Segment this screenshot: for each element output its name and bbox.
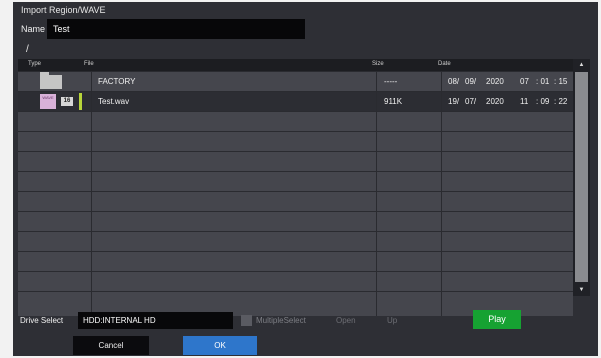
multiple-select-label[interactable]: MultipleSelect [256,316,306,325]
wave-icon-label: WAVE [42,95,54,100]
arrow-down-icon[interactable]: ▼ [573,284,590,296]
table-row-empty[interactable] [18,251,573,271]
column-header-file: File [84,61,94,67]
name-field[interactable]: Test [47,19,305,39]
column-divider [91,72,92,91]
time-hours: 11 [520,97,529,106]
file-date: 08/ 09/ 2020 07 : 01 : 15 [448,72,573,91]
up-button[interactable]: Up [387,316,397,325]
column-divider [91,92,92,111]
drive-select-field[interactable]: HDD:INTERNAL HD [78,312,233,329]
file-name: Test.wav [98,97,130,106]
time-seconds: : 15 [554,77,568,86]
selection-marker [79,93,82,110]
import-dialog: Import Region/WAVE Name Test / Type File… [13,2,598,356]
date-day: 19/ [448,97,460,106]
time-seconds: : 22 [554,97,568,106]
table-row-empty[interactable] [18,131,573,151]
column-divider [441,92,442,111]
column-header-date: Date [438,61,451,67]
open-button[interactable]: Open [336,316,356,325]
column-divider [441,72,442,91]
table-row[interactable]: WAVE 16 Test.wav 911K 19/ 07/ 2020 11 : … [18,91,573,111]
time-minutes: : 09 [536,97,550,106]
bit-depth-badge: 16 [61,97,73,106]
table-row-empty[interactable] [18,191,573,211]
table-row-empty[interactable] [18,111,573,131]
file-list-scrollbar[interactable]: ▲ ▼ [573,59,590,296]
column-divider [376,92,377,111]
current-path: / [26,44,29,55]
play-button[interactable]: Play [473,310,521,329]
table-row-empty[interactable] [18,271,573,291]
folder-icon [40,72,62,89]
file-name: FACTORY [98,77,136,86]
name-label: Name [21,24,46,34]
column-header-size: Size [372,61,384,67]
wave-file-icon: WAVE [40,94,56,109]
table-row-empty[interactable] [18,231,573,251]
date-month: 09/ [465,77,477,86]
date-day: 08/ [448,77,460,86]
arrow-up-icon[interactable]: ▲ [573,59,590,71]
file-table: Type File Size Date FACTORY ----- 08/ 09… [18,59,573,316]
file-list: FACTORY ----- 08/ 09/ 2020 07 : 01 : 15 … [18,71,573,316]
table-header: Type File Size Date [18,59,573,71]
column-header-type: Type [28,61,42,67]
table-row-empty[interactable] [18,151,573,171]
multiple-select-checkbox[interactable] [241,315,252,326]
date-year: 2020 [486,97,504,106]
scrollbar-thumb[interactable] [575,72,588,282]
file-size: ----- [384,77,398,86]
column-divider [376,72,377,91]
time-minutes: : 01 [536,77,550,86]
time-hours: 07 [520,77,529,86]
file-size: 911K [384,97,403,106]
file-date: 19/ 07/ 2020 11 : 09 : 22 [448,92,573,111]
date-month: 07/ [465,97,477,106]
table-row[interactable]: FACTORY ----- 08/ 09/ 2020 07 : 01 : 15 [18,71,573,91]
table-row-empty[interactable] [18,211,573,231]
date-year: 2020 [486,77,504,86]
ok-button[interactable]: OK [183,336,257,355]
drive-select-label: Drive Select [20,316,64,325]
table-row-empty[interactable] [18,171,573,191]
dialog-title: Import Region/WAVE [21,5,106,15]
cancel-button[interactable]: Cancel [73,336,149,355]
